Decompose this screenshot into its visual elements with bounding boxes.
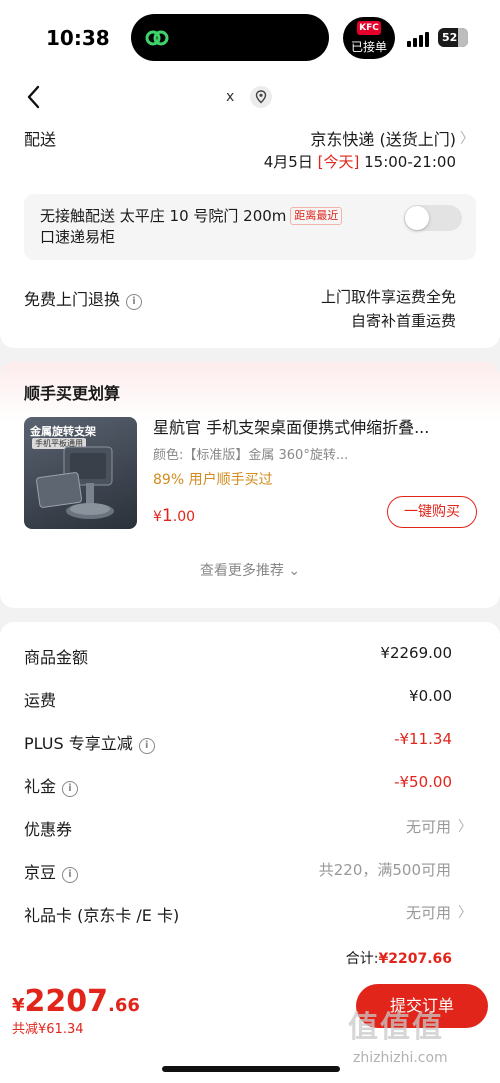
- battery-icon: 52: [438, 28, 468, 47]
- chevron-right-icon[interactable]: 〉: [458, 902, 472, 922]
- contactless-line1: 无接触配送 太平庄 10 号院门 200m: [40, 207, 287, 225]
- contactless-delivery-box: 无接触配送 太平庄 10 号院门 200m 距离最近 口速递易柜: [24, 194, 476, 260]
- price-summary-card: 商品金额 ¥2269.00 运费 ¥0.00 PLUS 专享立减 i -¥11.3…: [0, 622, 500, 992]
- payable-price-dec: .66: [108, 995, 140, 1016]
- product-price: ¥1.00: [153, 506, 195, 526]
- summary-row-value: 共220，满500可用: [318, 861, 451, 879]
- link-icon: [145, 30, 169, 46]
- summary-row-label: 京豆 i: [24, 859, 79, 883]
- plus-discount-label: PLUS 专享立减: [24, 734, 133, 753]
- delivery-time[interactable]: 4月5日 [今天] 15:00-21:00: [264, 151, 456, 172]
- location-icon[interactable]: [250, 86, 272, 108]
- toggle-knob: [405, 206, 429, 230]
- summary-row-label: 运费: [24, 691, 57, 710]
- status-bar: 10:38 KFC 已接单 52: [0, 0, 500, 78]
- gift-cash-label: 礼金: [24, 777, 57, 796]
- dynamic-island: [131, 14, 329, 61]
- delivery-method[interactable]: 京东快递 (送货上门): [310, 126, 456, 150]
- kfc-order-status: 已接单: [350, 40, 387, 54]
- summary-row-gift-card[interactable]: 礼品卡 (京东卡 /E 卡) 无可用 〉: [0, 902, 500, 932]
- return-info-line1: 上门取件享运费全免: [320, 288, 456, 306]
- info-icon[interactable]: i: [62, 867, 79, 883]
- product-price-symbol: ¥: [153, 509, 162, 525]
- back-arrow-icon[interactable]: [22, 82, 46, 112]
- summary-row-value: 无可用: [405, 818, 451, 836]
- payable-price-int: 2207: [24, 984, 109, 1019]
- contactless-text: 无接触配送 太平庄 10 号院门 200m 距离最近 口速递易柜: [40, 206, 380, 248]
- product-name[interactable]: 星航官 手机支架桌面便携式伸缩折叠...: [153, 414, 473, 438]
- summary-row-value: -¥50.00: [394, 773, 452, 791]
- kfc-order-badge[interactable]: KFC 已接单: [343, 17, 395, 59]
- return-info-line2: 自寄补首重运费: [350, 312, 456, 330]
- recommend-title: 顺手买更划算: [24, 384, 121, 403]
- one-click-buy-button[interactable]: 一键购买: [387, 496, 477, 528]
- delivery-today-tag: [今天]: [317, 153, 360, 171]
- chevron-right-icon[interactable]: 〉: [458, 816, 472, 836]
- info-icon[interactable]: i: [62, 781, 79, 797]
- product-bought-stat: 89% 用户顺手买过: [153, 472, 273, 488]
- nearest-tag: 距离最近: [290, 207, 343, 225]
- home-indicator[interactable]: [162, 1066, 340, 1072]
- site-watermark-url: zhizhizhi.com: [353, 1050, 448, 1066]
- more-recommend-link[interactable]: 查看更多推荐 ⌄: [0, 560, 500, 580]
- summary-total-value: ¥2207.66: [378, 951, 452, 967]
- product-spec: 颜色:【标准版】金属 360°旋转...: [153, 448, 349, 463]
- signal-icon: [407, 31, 431, 47]
- summary-row-value: -¥11.34: [394, 730, 452, 748]
- delivery-date: 4月5日: [263, 153, 313, 171]
- free-return-label: 免费上门退换: [24, 290, 121, 309]
- summary-row-label: PLUS 专享立减 i: [24, 730, 155, 754]
- product-image[interactable]: 金属旋转支架 手机平板通用: [24, 417, 137, 529]
- total-saved: 共减¥61.34: [12, 1022, 84, 1037]
- product-price-dec: .00: [172, 509, 196, 525]
- summary-row-label: 优惠券: [24, 820, 73, 839]
- delivery-label: 配送: [24, 130, 57, 149]
- nav-x-label: x: [226, 89, 235, 105]
- contactless-toggle[interactable]: [404, 205, 462, 231]
- recommend-card: 顺手买更划算 金属旋转支架 手机平板通用 星航官 手机支架桌面便携式伸缩折叠..…: [0, 362, 500, 608]
- summary-row-label: 礼品卡 (京东卡 /E 卡): [24, 906, 180, 925]
- summary-row-label: 商品金额: [24, 648, 89, 667]
- delivery-card: 配送 京东快递 (送货上门) 〉 4月5日 [今天] 15:00-21:00 无…: [0, 118, 500, 348]
- phone-stand-illustration: [36, 446, 114, 519]
- delivery-time-range: 15:00-21:00: [364, 153, 456, 171]
- summary-total-label: 合计:: [345, 951, 379, 967]
- battery-level: 52: [442, 31, 458, 44]
- summary-row-value: ¥0.00: [409, 687, 452, 705]
- summary-total: 合计:¥2207.66: [346, 948, 452, 968]
- chevron-right-icon[interactable]: 〉: [460, 128, 474, 148]
- bottom-checkout-bar: ¥2207.66 共减¥61.34 提交订单 值值值 zhizhizhi.com: [0, 970, 500, 1083]
- summary-row-goods-amount: 商品金额 ¥2269.00: [0, 644, 500, 674]
- jingdou-label: 京豆: [24, 863, 57, 882]
- info-icon[interactable]: i: [126, 294, 143, 310]
- summary-row-value: 无可用: [405, 904, 451, 922]
- summary-row-gift-cash: 礼金 i -¥50.00: [0, 773, 500, 803]
- summary-row-value: ¥2269.00: [380, 644, 452, 662]
- site-watermark: 值值值: [348, 1010, 444, 1045]
- contactless-line2: 口速递易柜: [40, 228, 116, 246]
- payable-price: ¥2207.66: [12, 984, 140, 1019]
- status-time: 10:38: [46, 26, 110, 50]
- info-icon[interactable]: i: [138, 738, 155, 754]
- nav-bar: x: [0, 78, 500, 118]
- product-price-int: 1: [161, 506, 173, 526]
- payable-price-symbol: ¥: [12, 995, 25, 1016]
- summary-row-coupon[interactable]: 优惠券 无可用 〉: [0, 816, 500, 846]
- kfc-logo: KFC: [357, 21, 381, 35]
- summary-row-plus-discount: PLUS 专享立减 i -¥11.34: [0, 730, 500, 760]
- summary-row-jingdou: 京豆 i 共220，满500可用: [0, 859, 500, 889]
- free-return-row: 免费上门退换 i: [24, 286, 143, 310]
- summary-row-label: 礼金 i: [24, 773, 79, 797]
- summary-row-shipping: 运费 ¥0.00: [0, 687, 500, 717]
